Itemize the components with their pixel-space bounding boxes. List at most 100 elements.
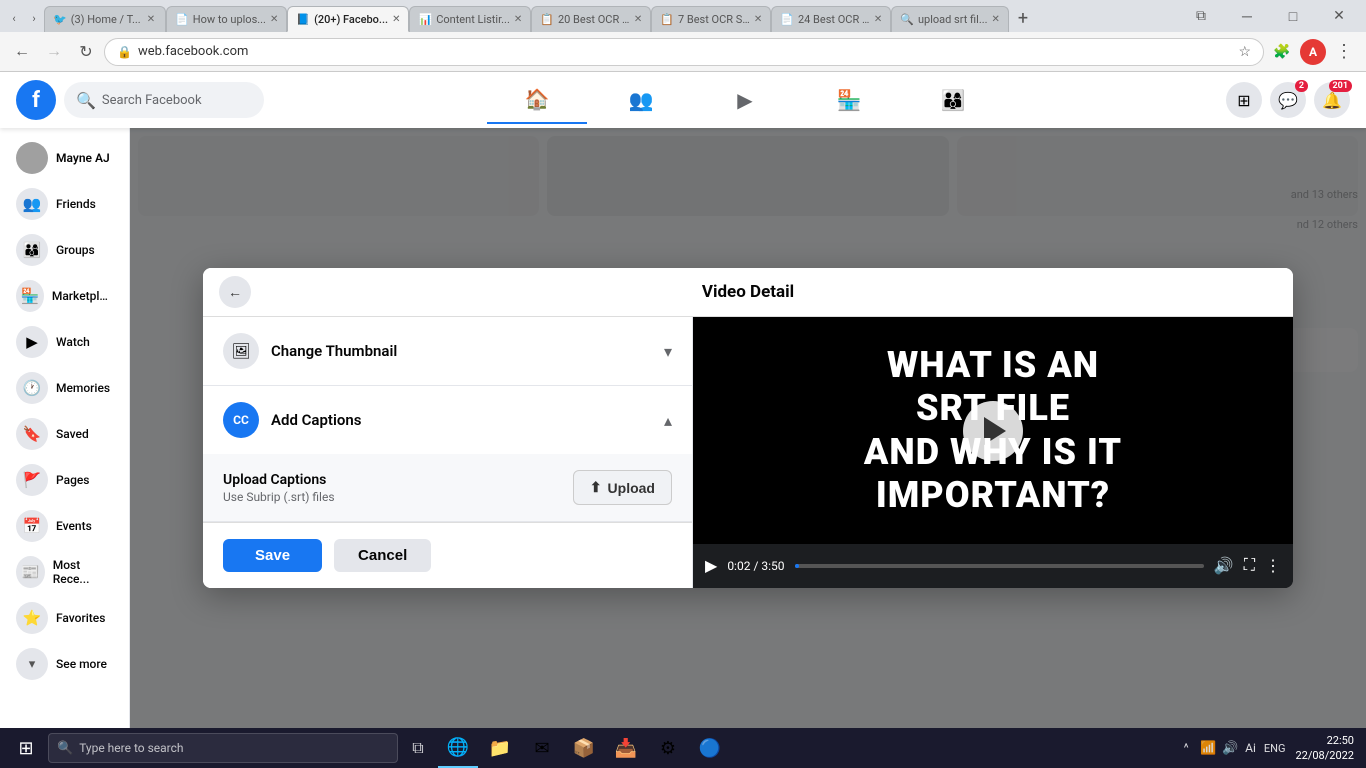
start-button[interactable]: ⊞	[4, 728, 48, 768]
nav-friends[interactable]: 👥	[591, 76, 691, 124]
notifications-badge: 201	[1329, 80, 1353, 92]
cancel-button[interactable]: Cancel	[334, 539, 431, 572]
sidebar-item-marketplace[interactable]: 🏪 Marketplac...	[8, 274, 121, 318]
play-button-overlay[interactable]	[963, 401, 1023, 461]
sidebar-item-favorites[interactable]: ⭐ Favorites	[8, 596, 121, 640]
sidebar-item-groups[interactable]: 👨‍👩‍👦 Groups	[8, 228, 121, 272]
video-play-btn[interactable]: ▶	[705, 556, 717, 576]
facebook-search-box[interactable]: 🔍 Search Facebook	[64, 82, 264, 118]
header-actions: ⊞ 💬 2 🔔 201	[1226, 82, 1350, 118]
profile-btn[interactable]: A	[1300, 39, 1326, 65]
taskbar-task-view[interactable]: ⧉	[398, 728, 438, 768]
tab-5-close[interactable]: ✕	[634, 14, 642, 25]
taskbar-app-dropbox[interactable]: 📥	[606, 728, 646, 768]
network-icon[interactable]: 📶	[1199, 739, 1217, 757]
add-captions-chevron: ▴	[664, 411, 672, 430]
apps-button[interactable]: ⊞	[1226, 82, 1262, 118]
change-thumbnail-chevron: ▾	[664, 342, 672, 361]
pages-icon: 🚩	[16, 464, 48, 496]
tab-4-favicon: 📊	[418, 13, 432, 26]
tab-6-close[interactable]: ✕	[754, 14, 762, 25]
taskbar-app-chrome[interactable]: 🔵	[690, 728, 730, 768]
browser-tab-4[interactable]: 📊 Content Listir... ✕	[409, 6, 531, 32]
sidebar-item-seemore[interactable]: ▾ See more	[8, 642, 121, 686]
nav-groups[interactable]: 👨‍👩‍👦	[903, 76, 1003, 124]
bookmark-icon[interactable]: ☆	[1238, 44, 1251, 60]
back-button[interactable]: ←	[8, 38, 36, 66]
volume-btn[interactable]: 🔊	[1214, 556, 1234, 576]
forward-button[interactable]: →	[40, 38, 68, 66]
tab-arrow-right[interactable]: ›	[24, 4, 44, 32]
nav-video[interactable]: ▶	[695, 76, 795, 124]
play-icon	[984, 417, 1006, 445]
tray-caret[interactable]: ^	[1177, 739, 1195, 757]
change-thumbnail-header[interactable]: 🖼 Change Thumbnail ▾	[203, 317, 692, 385]
sidebar-item-events[interactable]: 📅 Events	[8, 504, 121, 548]
settings-btn[interactable]: ⋮	[1330, 38, 1358, 66]
browser-tab-3[interactable]: 📘 (20+) Facebo... ✕	[287, 6, 409, 32]
url-text: web.facebook.com	[138, 44, 1232, 59]
sidebar-item-memories[interactable]: 🕐 Memories	[8, 366, 121, 410]
tab-2-close[interactable]: ✕	[270, 14, 278, 25]
volume-tray-icon[interactable]: 🔊	[1221, 739, 1239, 757]
restore-window-btn[interactable]: ⧉	[1178, 0, 1224, 32]
upload-captions-button[interactable]: ⬆ Upload	[573, 470, 672, 505]
new-tab-button[interactable]: +	[1009, 4, 1037, 32]
current-time: 0:02	[727, 559, 750, 573]
tab-4-close[interactable]: ✕	[514, 14, 522, 25]
taskbar-app-edge[interactable]: 🌐	[438, 728, 478, 768]
taskbar-app-explorer[interactable]: 📁	[480, 728, 520, 768]
taskbar-app-settings[interactable]: ⚙	[648, 728, 688, 768]
video-time: 0:02 / 3:50	[727, 559, 784, 573]
tab-8-close[interactable]: ✕	[992, 14, 1000, 25]
video-detail-dialog: ← Video Detail 🖼 Change Thumbnail	[203, 268, 1293, 588]
sidebar-saved-label: Saved	[56, 427, 89, 441]
address-bar[interactable]: 🔒 web.facebook.com ☆	[104, 38, 1264, 66]
tab-3-close[interactable]: ✕	[392, 14, 400, 25]
sidebar-item-mostrecent[interactable]: 📰 Most Rece...	[8, 550, 121, 594]
browser-tab-5[interactable]: 📋 20 Best OCR ... ✕	[531, 6, 651, 32]
taskbar-clock: 22:50 22/08/2022	[1291, 733, 1358, 764]
taskbar-search-box[interactable]: 🔍 Type here to search	[48, 733, 398, 763]
sidebar-item-friends[interactable]: 👥 Friends	[8, 182, 121, 226]
browser-tab-1[interactable]: 🐦 (3) Home / T... ✕	[44, 6, 166, 32]
add-captions-header[interactable]: CC Add Captions ▴	[203, 386, 692, 454]
close-window-btn[interactable]: ✕	[1316, 0, 1362, 32]
fullscreen-btn[interactable]: ⛶	[1244, 557, 1255, 575]
taskbar-search-icon: 🔍	[57, 741, 73, 756]
save-button[interactable]: Save	[223, 539, 322, 572]
sidebar-item-profile[interactable]: Mayne AJ	[8, 136, 121, 180]
nav-marketplace[interactable]: 🏪	[799, 76, 899, 124]
browser-tab-2[interactable]: 📄 How to uplos... ✕	[166, 6, 287, 32]
sidebar-item-pages[interactable]: 🚩 Pages	[8, 458, 121, 502]
progress-bar[interactable]	[795, 564, 1204, 568]
browser-tab-8[interactable]: 🔍 upload srt fil... ✕	[891, 6, 1009, 32]
browser-tab-7[interactable]: 📄 24 Best OCR ... ✕	[771, 6, 891, 32]
browser-tab-6[interactable]: 📋 7 Best OCR S... ✕	[651, 6, 771, 32]
extensions-btn[interactable]: 🧩	[1268, 38, 1296, 66]
language-indicator[interactable]: ENG	[1262, 742, 1288, 755]
tab-arrow-left[interactable]: ‹	[4, 4, 24, 32]
taskbar-app-mail[interactable]: ✉	[522, 728, 562, 768]
maximize-btn[interactable]: □	[1270, 0, 1316, 32]
change-thumbnail-accordion: 🖼 Change Thumbnail ▾	[203, 317, 692, 386]
tab-7-close[interactable]: ✕	[874, 14, 882, 25]
memories-icon: 🕐	[16, 372, 48, 404]
sidebar-item-watch[interactable]: ▶ Watch	[8, 320, 121, 364]
reload-button[interactable]: ↻	[72, 38, 100, 66]
sidebar-item-saved[interactable]: 🔖 Saved	[8, 412, 121, 456]
tab-1-close[interactable]: ✕	[145, 13, 157, 26]
dialog-back-button[interactable]: ←	[219, 276, 251, 308]
messenger-button[interactable]: 💬 2	[1270, 82, 1306, 118]
ai-label[interactable]: Ai	[1243, 741, 1258, 755]
taskbar-app-amazon[interactable]: 📦	[564, 728, 604, 768]
mostrecent-icon: 📰	[16, 556, 45, 588]
minimize-btn[interactable]: ─	[1224, 0, 1270, 32]
marketplace-icon: 🏪	[16, 280, 44, 312]
facebook-logo[interactable]: f	[16, 80, 56, 120]
sidebar-memories-label: Memories	[56, 381, 110, 395]
notifications-button[interactable]: 🔔 201	[1314, 82, 1350, 118]
video-area: WHAT IS AN SRT FILE AND WHY IS IT IMPORT…	[693, 317, 1293, 544]
more-options-btn[interactable]: ⋮	[1265, 556, 1281, 576]
nav-home[interactable]: 🏠	[487, 76, 587, 124]
